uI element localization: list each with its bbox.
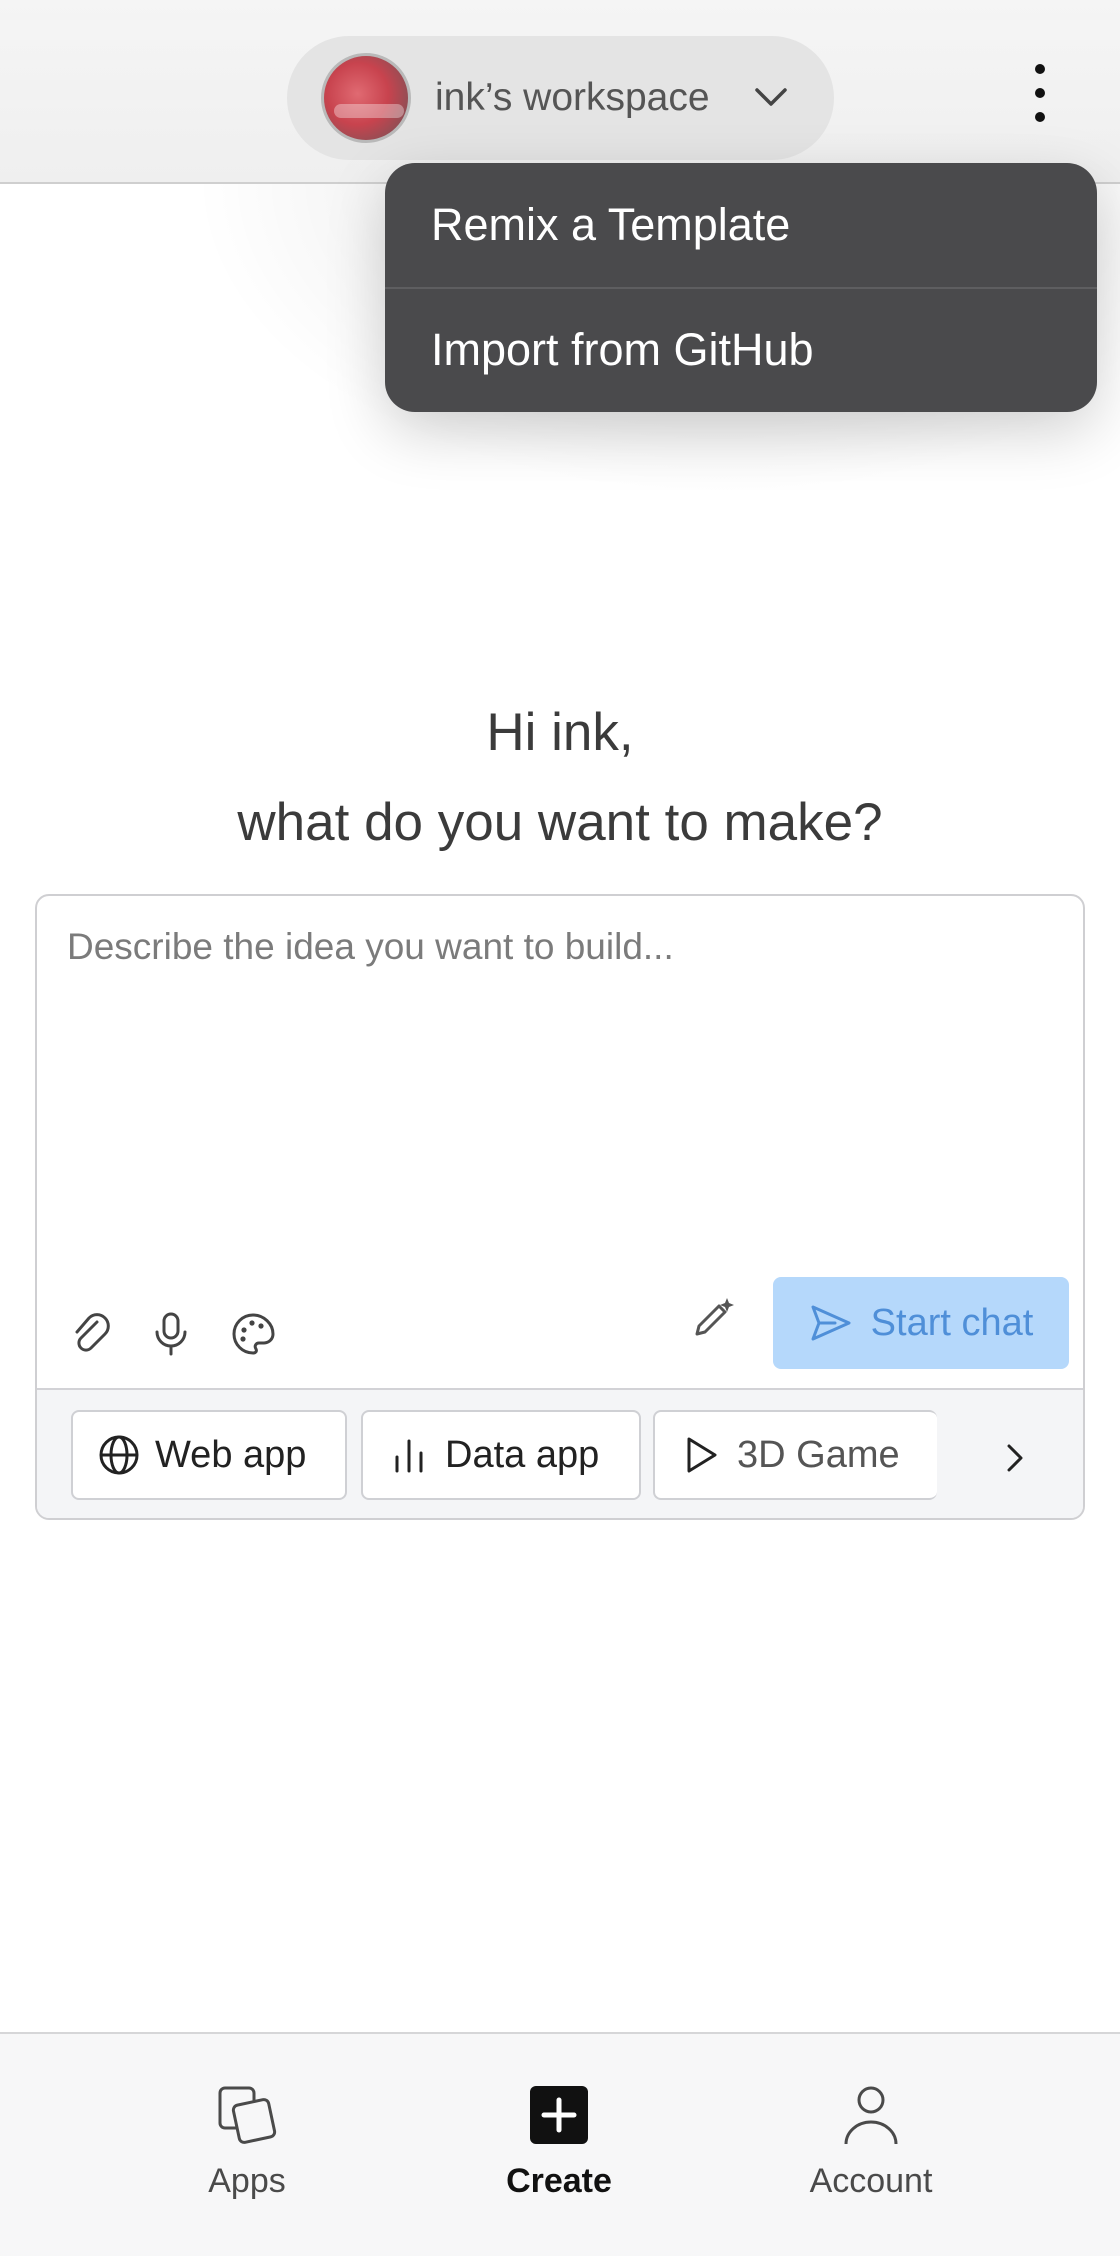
menu-item-remix-template[interactable]: Remix a Template <box>385 163 1097 287</box>
chip-data-app[interactable]: Data app <box>361 1410 641 1500</box>
workspace-switcher[interactable]: ink’s workspace <box>287 36 834 160</box>
apps-icon <box>218 2086 277 2144</box>
nav-account[interactable]: Account <box>761 2082 981 2232</box>
chip-label: 3D Game <box>737 1433 900 1476</box>
nav-create[interactable]: Create <box>449 2082 669 2232</box>
nav-label: Apps <box>208 2162 286 2200</box>
start-chat-button[interactable]: Start chat <box>773 1277 1069 1369</box>
globe-icon <box>99 1435 139 1475</box>
prompt-box: Start chat Web app Data app 3D Game <box>35 894 1085 1520</box>
chip-label: Data app <box>445 1433 600 1476</box>
greeting-line-1: Hi ink, <box>486 703 634 762</box>
bottom-nav: Apps Create Account <box>0 2032 1120 2256</box>
nav-label: Account <box>809 2162 933 2200</box>
palette-icon[interactable] <box>229 1310 277 1358</box>
greeting-line-2: what do you want to make? <box>237 793 883 852</box>
chip-3d-game[interactable]: 3D Game <box>653 1410 937 1500</box>
header: ink’s workspace <box>0 0 1120 184</box>
paperclip-icon[interactable] <box>67 1310 115 1358</box>
kebab-menu-icon[interactable] <box>1020 60 1060 132</box>
menu-item-label: Import from GitHub <box>431 324 814 375</box>
microphone-icon[interactable] <box>147 1310 195 1358</box>
chevron-right-icon[interactable] <box>995 1438 1035 1478</box>
menu-item-import-github[interactable]: Import from GitHub <box>385 287 1097 411</box>
magic-wand-icon[interactable] <box>689 1294 737 1342</box>
prompt-input[interactable] <box>67 926 1047 1266</box>
nav-label: Create <box>506 2162 612 2200</box>
person-icon <box>844 2086 898 2145</box>
chip-label: Web app <box>155 1433 307 1476</box>
chip-web-app[interactable]: Web app <box>71 1410 347 1500</box>
avatar <box>321 53 411 143</box>
start-chat-label: Start chat <box>870 1301 1034 1344</box>
plus-square-icon <box>530 2086 588 2144</box>
overflow-menu: Remix a Template Import from GitHub <box>385 163 1097 412</box>
bar-chart-icon <box>395 1439 423 1473</box>
send-icon <box>811 1305 851 1341</box>
template-chips: Web app Data app 3D Game <box>37 1388 1083 1518</box>
chevron-down-icon <box>755 88 787 106</box>
play-icon <box>687 1437 717 1473</box>
nav-apps[interactable]: Apps <box>137 2082 357 2232</box>
menu-item-label: Remix a Template <box>431 199 791 250</box>
workspace-name: ink’s workspace <box>435 76 710 119</box>
